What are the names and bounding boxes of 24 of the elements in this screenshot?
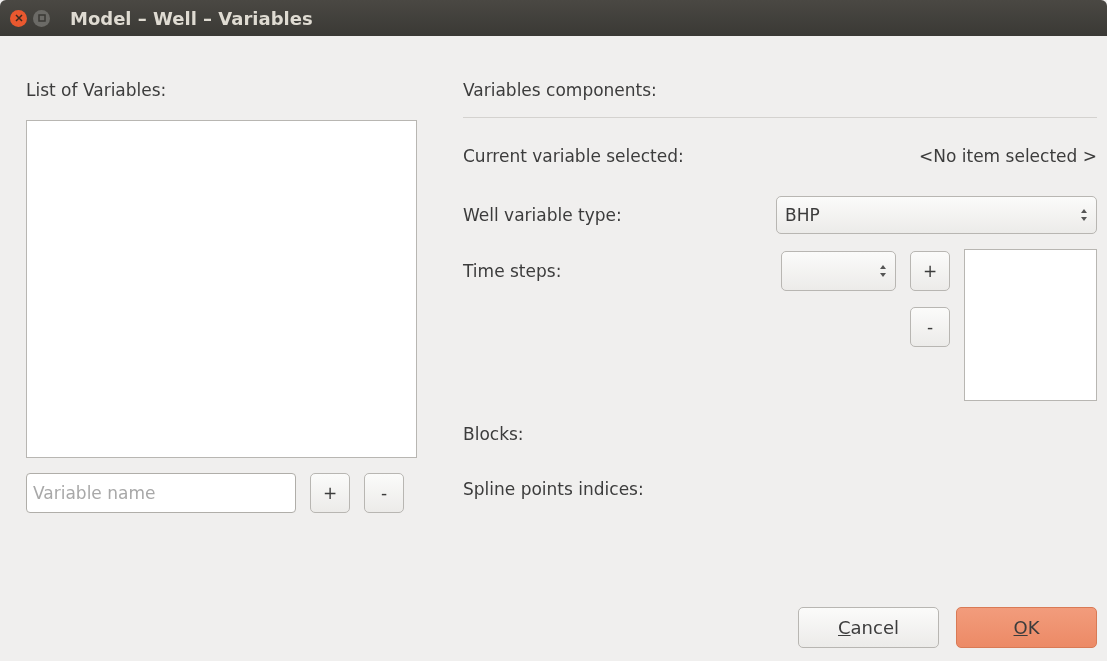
add-button[interactable]: + (910, 251, 950, 291)
field-label: Time steps: (463, 261, 562, 283)
add-button[interactable]: + (310, 473, 350, 513)
spin-arrows-icon (879, 264, 887, 278)
list-heading: List of Variables: (26, 80, 167, 100)
window-title: Model – Well – Variables (70, 7, 313, 29)
remove-button[interactable]: - (364, 473, 404, 513)
close-icon[interactable] (10, 9, 27, 27)
variable-type-dropdown[interactable]: BHP (776, 196, 1097, 234)
field-label: Spline points indices: (463, 479, 644, 499)
variable-name-field[interactable]: Variable name (26, 473, 296, 513)
field-label: Well variable type: (463, 205, 622, 225)
spin-arrows-icon (1080, 208, 1088, 222)
cancel-button[interactable]: Cancel (798, 607, 939, 648)
current-variable-value: <No item selected > (919, 146, 1097, 166)
time-step-spinbox[interactable] (781, 251, 896, 291)
field-label: Current variable selected: (463, 146, 684, 166)
time-steps-list[interactable] (964, 249, 1097, 401)
ok-button[interactable]: OK (956, 607, 1097, 648)
maximize-icon[interactable] (33, 9, 50, 27)
field-label: Blocks: (463, 424, 524, 444)
remove-button[interactable]: - (910, 307, 950, 347)
variables-list[interactable] (26, 120, 417, 458)
components-heading: Variables components: (463, 80, 657, 100)
